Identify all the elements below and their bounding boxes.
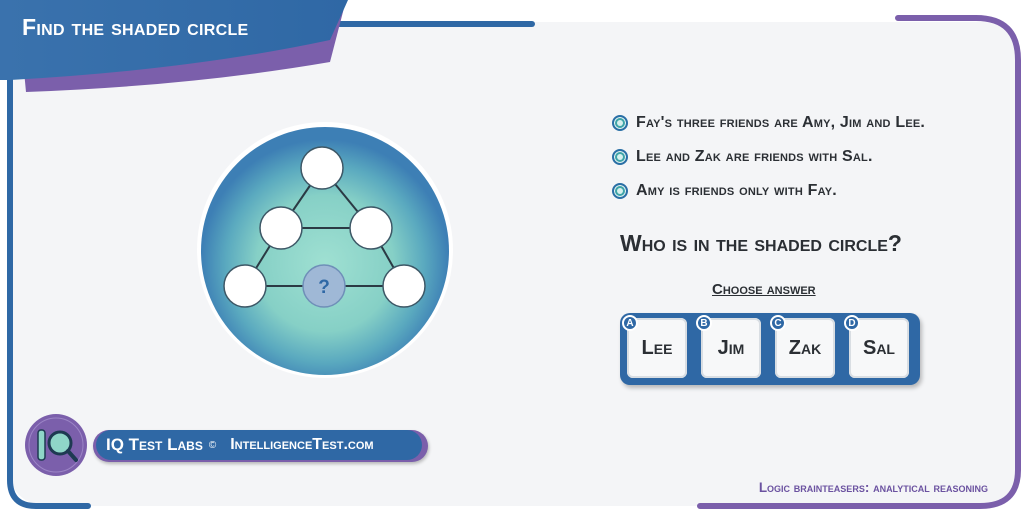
answer-letter-badge: B xyxy=(696,315,712,331)
page-title: Find the shaded circle xyxy=(22,14,249,40)
answer-panel: Lee Jim Zak Sal A B C D xyxy=(620,313,920,385)
graph-node-bottom-right xyxy=(382,264,426,308)
brand-site-link[interactable]: IntelligenceTest.com xyxy=(230,436,373,454)
iq-magnifier-icon xyxy=(25,414,87,476)
footer-category: Logic brainteasers: analytical reasoning xyxy=(758,480,988,495)
clue-text: Fay's three friends are Amy, Jim and Lee… xyxy=(636,114,926,131)
answer-label: Zak xyxy=(788,336,822,359)
graph-node-top xyxy=(300,146,344,190)
choose-answer-label: Choose answer xyxy=(712,281,816,298)
question-text: Who is in the shaded circle? xyxy=(620,230,902,256)
answer-letter-badge: C xyxy=(770,315,786,331)
bullet-circle-icon xyxy=(612,149,628,165)
bullet-circle-icon xyxy=(612,115,628,131)
answer-letter-badge: D xyxy=(844,315,860,331)
clue-item: Fay's three friends are Amy, Jim and Lee… xyxy=(612,113,925,133)
answer-label: Sal xyxy=(862,336,895,359)
clue-item: Lee and Zak are friends with Sal. xyxy=(612,147,873,167)
shaded-circle-symbol: ? xyxy=(318,277,330,298)
bullet-circle-icon xyxy=(612,183,628,199)
copyright-mark: © xyxy=(208,439,217,451)
brand-name: IQ Test Labs xyxy=(106,435,203,454)
graph-node-bottom-left xyxy=(223,264,267,308)
answer-label: Lee xyxy=(641,336,673,359)
answer-label: Jim xyxy=(717,336,745,359)
answer-letter-badge: A xyxy=(622,315,638,331)
graph-node-middle-left xyxy=(259,206,303,250)
clue-item: Amy is friends only with Fay. xyxy=(612,181,837,201)
graph-node-middle-right xyxy=(349,206,393,250)
clue-text: Amy is friends only with Fay. xyxy=(636,182,837,199)
clue-text: Lee and Zak are friends with Sal. xyxy=(636,148,873,165)
brand-banner[interactable]: IQ Test Labs © IntelligenceTest.com xyxy=(96,430,422,460)
